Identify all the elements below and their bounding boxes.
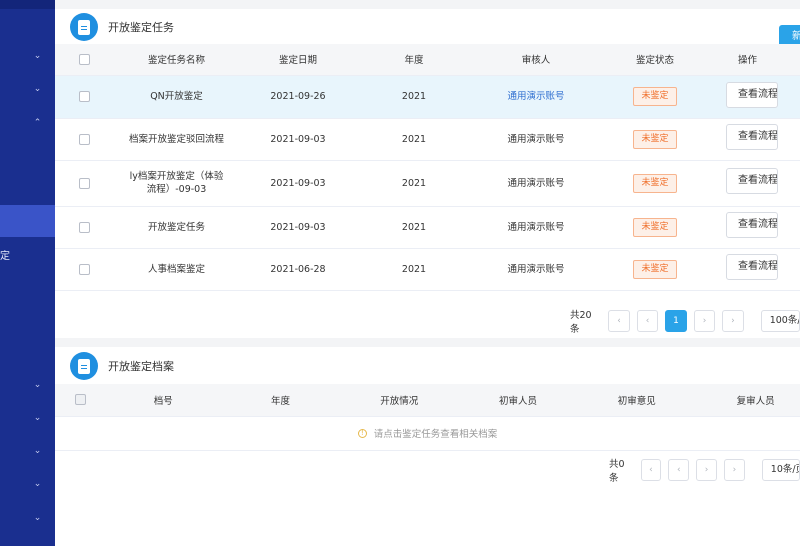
- table-row[interactable]: 人事档案鉴定 2021-06-28 2021 通用演示账号 未鉴定 查看流程: [55, 248, 800, 291]
- column-header: 鉴定状态: [600, 44, 710, 76]
- first-page-button[interactable]: ‹: [640, 459, 662, 481]
- task-name: 人事档案鉴定: [113, 248, 240, 291]
- first-page-button[interactable]: ‹: [608, 310, 630, 332]
- task-date: 2021-09-03: [240, 118, 356, 161]
- chevron-down-icon[interactable]: ⌄: [33, 447, 42, 456]
- row-checkbox[interactable]: [55, 160, 113, 207]
- sidebar-top: [0, 0, 55, 9]
- column-header: 鉴定任务名称: [113, 44, 240, 76]
- empty-text: 请点击鉴定任务查看相关档案: [373, 429, 498, 440]
- status-badge: 未鉴定: [633, 129, 677, 149]
- row-checkbox[interactable]: [55, 118, 113, 161]
- task-table-header: 鉴定任务名称 鉴定日期 年度 审核人 鉴定状态 操作: [55, 44, 800, 76]
- sidebar: ⌄ ⌄ ⌃ 定 ⌄ ⌄ ⌄ ⌄ ⌄: [0, 0, 55, 546]
- page-size-select[interactable]: 10条/页: [761, 459, 800, 481]
- task-panel-title: 开放鉴定任务: [108, 21, 174, 34]
- task-panel: 开放鉴定任务 新增 鉴定任务名称 鉴定日期 年度 审核人 鉴定状态 操作: [55, 9, 800, 338]
- task-date: 2021-09-26: [240, 75, 356, 119]
- last-page-button[interactable]: ›: [723, 459, 745, 481]
- task-panel-header: 开放鉴定任务: [70, 13, 174, 41]
- task-year: 2021: [356, 248, 472, 291]
- chevron-down-icon[interactable]: ⌄: [33, 381, 42, 390]
- task-name: 档案开放鉴定驳回流程: [113, 118, 240, 161]
- chevron-down-icon[interactable]: ⌄: [33, 480, 42, 489]
- row-checkbox[interactable]: [55, 75, 113, 119]
- archive-panel: 开放鉴定档案 档号 年度 开放情况 初审人员 初审意见 复审人员 ! 请点击鉴定: [55, 347, 800, 546]
- column-header: 年度: [356, 44, 472, 76]
- pagination-total: 共0条: [609, 459, 625, 484]
- reviewer: 通用演示账号: [507, 263, 565, 275]
- archive-table: 档号 年度 开放情况 初审人员 初审意见 复审人员: [55, 384, 800, 417]
- reviewer: 通用演示账号: [507, 177, 565, 189]
- task-year: 2021: [356, 160, 472, 207]
- last-page-button[interactable]: ›: [722, 310, 744, 332]
- page-button[interactable]: 1: [665, 310, 687, 332]
- task-pagination: 共20条 ‹ ‹ 1 › › 100条/页: [570, 307, 800, 335]
- row-checkbox[interactable]: [55, 248, 113, 291]
- archive-table-header: 档号 年度 开放情况 初审人员 初审意见 复审人员: [55, 384, 800, 417]
- view-process-button[interactable]: 查看流程: [726, 168, 778, 194]
- task-table: 鉴定任务名称 鉴定日期 年度 审核人 鉴定状态 操作 QN开放鉴定 2021-0…: [55, 44, 800, 291]
- chevron-down-icon[interactable]: ⌄: [33, 514, 42, 523]
- column-header: 年度: [221, 384, 340, 417]
- column-header: 档号: [105, 384, 222, 417]
- reviewer: 通用演示账号: [507, 133, 565, 145]
- task-name: QN开放鉴定: [113, 75, 240, 119]
- status-badge: 未鉴定: [633, 217, 677, 237]
- chevron-down-icon[interactable]: ⌄: [33, 52, 42, 61]
- main-content: 开放鉴定任务 新增 鉴定任务名称 鉴定日期 年度 审核人 鉴定状态 操作: [55, 0, 800, 546]
- reviewer-link[interactable]: 通用演示账号: [507, 91, 564, 102]
- chevron-down-icon[interactable]: ⌄: [33, 85, 42, 94]
- pagination-total: 共20条: [570, 310, 592, 335]
- info-icon: !: [357, 428, 367, 438]
- reviewer: 通用演示账号: [507, 221, 565, 233]
- next-page-button[interactable]: ›: [693, 310, 716, 332]
- document-icon: [70, 13, 98, 41]
- document-icon: [70, 352, 98, 380]
- status-badge: 未鉴定: [633, 87, 677, 106]
- table-row[interactable]: ly档案开放鉴定（体验流程）-09-03 2021-09-03 2021 通用演…: [55, 160, 800, 207]
- empty-state: ! 请点击鉴定任务查看相关档案: [55, 416, 800, 451]
- status-badge: 未鉴定: [633, 259, 677, 279]
- table-row[interactable]: QN开放鉴定 2021-09-26 2021 通用演示账号 未鉴定 查看流程: [55, 75, 800, 119]
- view-process-button[interactable]: 查看流程: [726, 124, 778, 150]
- chevron-down-icon[interactable]: ⌄: [33, 414, 42, 423]
- sidebar-item-label[interactable]: 定: [0, 247, 10, 262]
- column-header: 初审人员: [458, 384, 578, 417]
- table-row[interactable]: 开放鉴定任务 2021-09-03 2021 通用演示账号 未鉴定 查看流程: [55, 206, 800, 249]
- archive-pagination: 共0条 ‹ ‹ › › 10条/页: [609, 456, 800, 484]
- page-size-select[interactable]: 100条/页: [760, 310, 800, 332]
- column-header: 审核人: [472, 44, 600, 76]
- view-process-button[interactable]: 查看流程: [726, 254, 778, 280]
- archive-panel-title: 开放鉴定档案: [108, 360, 174, 373]
- prev-page-button[interactable]: ‹: [636, 310, 659, 332]
- table-row[interactable]: 档案开放鉴定驳回流程 2021-09-03 2021 通用演示账号 未鉴定 查看…: [55, 118, 800, 161]
- archive-panel-header: 开放鉴定档案: [70, 352, 174, 380]
- next-page-button[interactable]: ›: [696, 459, 717, 481]
- view-process-button[interactable]: 查看流程: [726, 212, 778, 238]
- prev-page-button[interactable]: ‹: [668, 459, 690, 481]
- select-all-checkbox[interactable]: [55, 384, 106, 417]
- column-header: 初审意见: [577, 384, 697, 417]
- chevron-up-icon[interactable]: ⌃: [33, 119, 42, 128]
- select-all-checkbox[interactable]: [55, 44, 113, 76]
- view-process-button[interactable]: 查看流程: [726, 81, 778, 108]
- task-year: 2021: [356, 206, 472, 249]
- column-header: 操作: [710, 44, 800, 76]
- task-date: 2021-06-28: [240, 248, 356, 291]
- column-header: 鉴定日期: [240, 44, 356, 76]
- column-header: 复审人员: [696, 384, 800, 417]
- task-date: 2021-09-03: [240, 206, 356, 249]
- task-name: ly档案开放鉴定（体验流程）-09-03: [113, 160, 240, 207]
- task-name: 开放鉴定任务: [113, 206, 240, 249]
- sidebar-item-active[interactable]: [0, 205, 55, 237]
- row-checkbox[interactable]: [55, 206, 113, 249]
- task-year: 2021: [356, 118, 472, 161]
- column-header: 开放情况: [339, 384, 459, 417]
- status-badge: 未鉴定: [633, 173, 677, 193]
- task-year: 2021: [356, 75, 472, 119]
- task-date: 2021-09-03: [240, 160, 356, 207]
